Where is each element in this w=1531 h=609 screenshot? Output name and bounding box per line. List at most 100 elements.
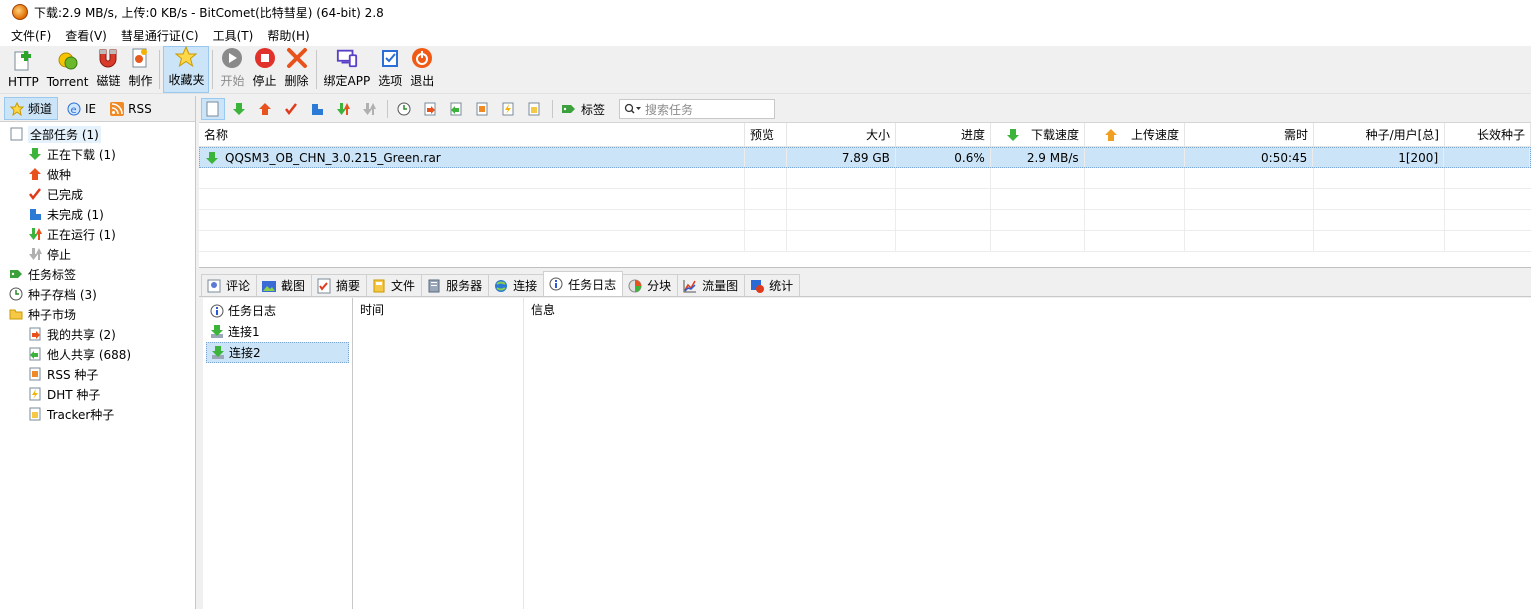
log-table-header: 时间 信息	[353, 298, 1531, 320]
tab-screenshots[interactable]: 截图	[256, 274, 313, 296]
search-input[interactable]: 搜索任务	[619, 99, 776, 119]
tab-files[interactable]: 文件	[366, 274, 423, 296]
tab-servers[interactable]: 服务器	[421, 274, 490, 296]
http-button[interactable]: HTTP	[4, 46, 43, 93]
my-shares-filter-button[interactable]	[418, 98, 442, 120]
rss-filter-button[interactable]	[470, 98, 494, 120]
checkmark-icon	[28, 187, 42, 201]
ie-icon: e	[67, 102, 81, 116]
down-arrow-icon	[233, 103, 245, 115]
tab-comments[interactable]: 评论	[201, 274, 258, 296]
sidebar: 频道 e IE RSS 全部任务 (1) 正在下载 (1) 做种 已完成 未完成…	[0, 96, 196, 609]
menu-tools[interactable]: 工具(T)	[208, 27, 259, 44]
tab-pieces[interactable]: 分块	[622, 274, 679, 296]
svg-text:e: e	[71, 105, 77, 116]
tab-connections[interactable]: 连接	[488, 274, 545, 296]
toolbar-separator	[212, 50, 214, 89]
completed-filter-button[interactable]	[279, 98, 303, 120]
col-eta[interactable]: 需时	[1185, 123, 1314, 146]
device-link-icon	[336, 47, 358, 69]
sidebar-item-task-tags[interactable]: 任务标签	[0, 264, 195, 284]
tab-task-log[interactable]: 任务日志	[543, 271, 624, 296]
favorites-button[interactable]: 收藏夹	[163, 46, 210, 93]
sidebar-item-seeding[interactable]: 做种	[0, 164, 195, 184]
tab-summary[interactable]: 摘要	[311, 274, 368, 296]
info-icon	[209, 303, 225, 319]
tab-statistics[interactable]: 统计	[744, 274, 801, 296]
make-torrent-button[interactable]: 制作	[124, 46, 156, 93]
sidebar-item-others-shares[interactable]: 他人共享 (688)	[0, 344, 195, 364]
sidebar-item-dht-torrents[interactable]: DHT 种子	[0, 384, 195, 404]
sidebar-item-incomplete[interactable]: 未完成 (1)	[0, 204, 195, 224]
exit-button[interactable]: 退出	[406, 46, 438, 93]
menu-help[interactable]: 帮助(H)	[262, 27, 314, 44]
stop-icon	[254, 47, 276, 69]
col-seeds-peers[interactable]: 种子/用户[总]	[1314, 123, 1445, 146]
col-name[interactable]: 名称	[199, 123, 745, 146]
sidebar-item-all-tasks[interactable]: 全部任务 (1)	[0, 124, 195, 144]
tags-button[interactable]: 标签	[557, 101, 609, 118]
col-up-speed[interactable]: 上传速度	[1085, 123, 1185, 146]
col-size[interactable]: 大小	[787, 123, 896, 146]
incomplete-filter-button[interactable]	[305, 98, 329, 120]
detail-tabs: 评论 截图 摘要 文件 服务器 连接 任务日志 分块 流量图 统计	[199, 271, 1531, 297]
col-progress[interactable]: 进度	[896, 123, 991, 146]
seeding-filter-button[interactable]	[253, 98, 277, 120]
col-preview[interactable]: 预览	[745, 123, 787, 146]
dht-filter-button[interactable]	[496, 98, 520, 120]
tab-ie[interactable]: e IE	[62, 100, 101, 118]
menu-passport[interactable]: 彗星通行证(C)	[116, 27, 204, 44]
sidebar-item-stopped[interactable]: 停止	[0, 244, 195, 264]
tab-channel[interactable]: 频道	[4, 97, 59, 120]
new-http-icon	[12, 50, 34, 72]
up-down-arrows-icon	[337, 103, 350, 115]
task-list-header: 名称 预览 大小 进度 下载速度 上传速度 需时 种子/用户[总] 长效种子	[199, 123, 1531, 147]
summary-icon	[316, 278, 332, 294]
col-long-seed[interactable]: 长效种子	[1445, 123, 1531, 146]
tag-icon	[9, 267, 23, 281]
tracker-filter-button[interactable]	[522, 98, 546, 120]
stopped-filter-button[interactable]	[357, 98, 381, 120]
stop-button[interactable]: 停止	[249, 46, 281, 93]
sidebar-item-torrent-market[interactable]: 种子市场	[0, 304, 195, 324]
log-tree-item-task-log[interactable]: 任务日志	[203, 300, 352, 321]
options-button[interactable]: 选项	[374, 46, 406, 93]
magnet-button[interactable]: 磁链	[92, 46, 124, 93]
bind-app-button[interactable]: 绑定APP	[320, 46, 375, 93]
log-tree-item-connection-1[interactable]: 连接1	[203, 321, 352, 342]
main-toolbar: HTTP Torrent 磁链 制作 收藏夹 开始 停止 删除 绑定APP 选项…	[0, 46, 1531, 94]
dht-icon	[502, 102, 514, 116]
start-button[interactable]: 开始	[216, 46, 248, 93]
downloading-filter-button[interactable]	[227, 98, 251, 120]
task-down-speed-cell: 2.9 MB/s	[991, 148, 1085, 167]
archive-filter-button[interactable]	[392, 98, 416, 120]
sidebar-item-tracker-torrents[interactable]: Tracker种子	[0, 404, 195, 424]
col-info[interactable]: 信息	[524, 298, 1531, 320]
sidebar-item-my-shares[interactable]: 我的共享 (2)	[0, 324, 195, 344]
sidebar-item-running[interactable]: 正在运行 (1)	[0, 224, 195, 244]
log-tree-item-connection-2[interactable]: 连接2	[206, 342, 349, 363]
toolbar-separator	[387, 100, 388, 118]
my-share-icon	[424, 102, 436, 116]
col-time[interactable]: 时间	[353, 298, 524, 320]
sidebar-item-completed[interactable]: 已完成	[0, 184, 195, 204]
sidebar-item-torrent-archive[interactable]: 种子存档 (3)	[0, 284, 195, 304]
stopped-arrows-icon	[363, 103, 376, 115]
col-down-speed[interactable]: 下载速度	[991, 123, 1085, 146]
delete-button[interactable]: 删除	[281, 46, 313, 93]
others-shares-filter-button[interactable]	[444, 98, 468, 120]
incomplete-icon	[312, 104, 323, 115]
all-filter-button[interactable]	[201, 98, 225, 120]
menu-file[interactable]: 文件(F)	[6, 27, 56, 44]
menu-view[interactable]: 查看(V)	[60, 27, 112, 44]
table-row[interactable]: QQSM3_OB_CHN_3.0.215_Green.rar 7.89 GB 0…	[199, 147, 1531, 168]
window-title: 下载:2.9 MB/s, 上传:0 KB/s - BitComet(比特彗星) …	[34, 5, 384, 20]
tab-traffic-graph[interactable]: 流量图	[677, 274, 746, 296]
up-arrow-icon	[28, 167, 42, 181]
torrent-button[interactable]: Torrent	[43, 46, 93, 93]
down-arrow-icon	[1007, 128, 1019, 141]
tab-rss[interactable]: RSS	[105, 100, 157, 118]
sidebar-item-rss-torrents[interactable]: RSS 种子	[0, 364, 195, 384]
sidebar-item-downloading[interactable]: 正在下载 (1)	[0, 144, 195, 164]
running-filter-button[interactable]	[331, 98, 355, 120]
